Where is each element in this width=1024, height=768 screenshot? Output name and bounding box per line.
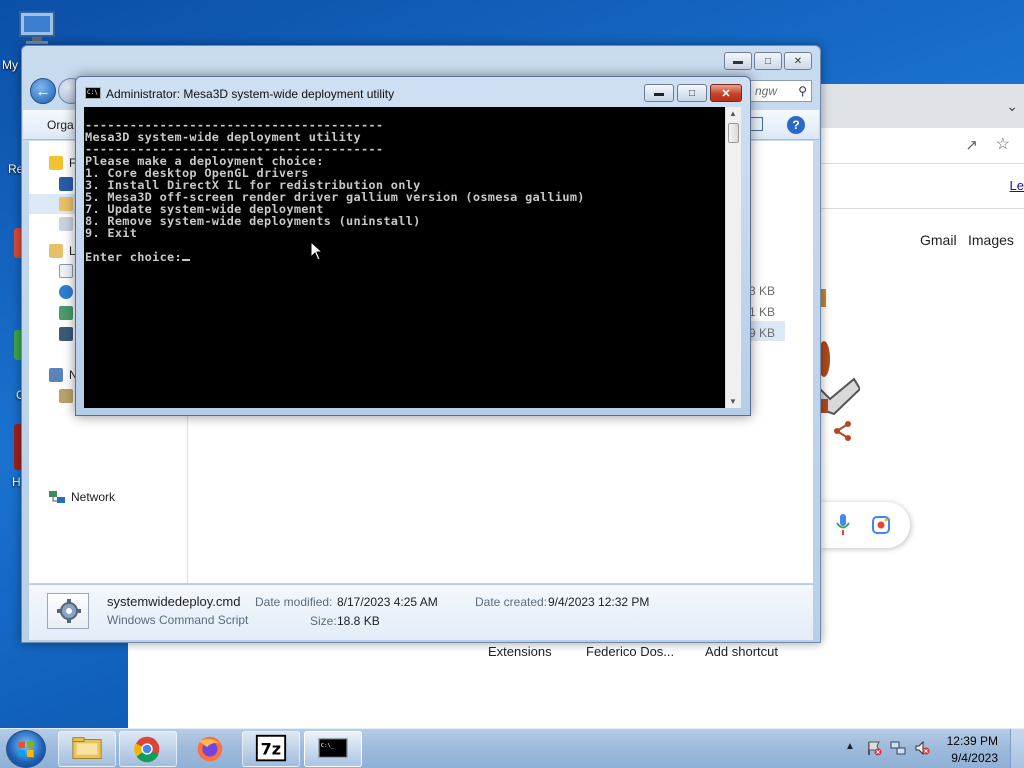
taskbar-explorer[interactable] [58,731,116,767]
chrome-link[interactable]: Le [1010,178,1024,193]
file-type: Windows Command Script [107,613,249,627]
taskbar-command-prompt[interactable]: C:\_ [304,731,362,767]
chrome-icon [134,736,160,763]
computer-icon [49,368,63,382]
help-icon[interactable]: ? [787,116,805,134]
console-window: C:\ Administrator: Mesa3D system-wide de… [75,76,751,416]
scroll-up-arrow-icon[interactable]: ▲ [729,109,737,118]
clock-date[interactable]: 9/4/2023 [951,751,998,765]
star-icon[interactable]: ☆ [996,134,1010,154]
divider [820,208,1024,209]
maximize-button[interactable]: □ [754,52,782,70]
action-center-flag-icon[interactable] [866,740,882,756]
folder-icon [59,197,73,211]
back-button[interactable]: ← [30,78,56,104]
drive-icon [59,389,73,403]
scroll-down-arrow-icon[interactable]: ▼ [729,397,737,406]
console-app-icon: C:\ [85,87,101,99]
microphone-icon[interactable] [836,514,850,536]
date-modified-label: Date modified: [255,595,333,609]
size-label: Size: [310,614,337,628]
explorer-caption-buttons: ▬ □ ✕ [724,52,812,70]
console-scrollbar[interactable]: ▲ ▼ [725,107,741,408]
organize-button[interactable]: Orga [47,118,74,132]
gear-icon [57,599,81,623]
start-button[interactable] [6,730,46,768]
minimize-button[interactable]: ▬ [724,52,752,70]
firefox-icon [197,736,223,762]
console-caption-buttons: ▬ □ ✕ [644,84,742,102]
file-size-cell: 9 KB [749,326,776,340]
size-value: 18.8 KB [337,614,380,628]
7zip-icon: 7z [255,734,287,762]
document-icon [59,264,73,278]
svg-text:7z: 7z [261,740,282,759]
close-button[interactable]: ✕ [784,52,812,70]
computer-icon [19,11,55,44]
shortcut-federico[interactable]: Federico Dos... [586,644,674,659]
gmail-link[interactable]: Gmail [920,232,957,248]
shortcut-add[interactable]: Add shortcut [705,644,778,659]
music-icon [59,285,73,299]
network-label: Network [71,490,116,504]
taskbar-firefox[interactable] [180,731,238,767]
pictures-icon [59,306,73,320]
maximize-button[interactable]: □ [677,84,707,102]
taskbar-chrome[interactable] [119,731,177,767]
shortcut-extensions[interactable]: Extensions [488,644,552,659]
desktop-icon [59,177,73,191]
show-desktop-button[interactable] [1010,729,1024,768]
date-modified-value: 8/17/2023 4:25 AM [337,595,438,609]
network-status-icon[interactable] [890,740,906,756]
file-size-cell: 1 KB [749,305,776,319]
script-file-icon [47,593,89,629]
chevron-down-icon[interactable]: ⌄ [1006,98,1018,115]
network-icon [49,491,65,503]
recent-places-icon [59,217,73,231]
svg-text:C:\_: C:\_ [321,743,335,749]
explorer-search-input[interactable]: ngw ⚲ [750,80,812,102]
camera-lens-icon[interactable] [872,516,890,534]
details-pane: systemwidedeploy.cmd Windows Command Scr… [29,584,813,640]
video-icon [59,327,73,341]
console-prompt: Enter choice: [85,250,182,264]
scrollbar-thumb[interactable] [728,123,739,143]
date-created-value: 9/4/2023 12:32 PM [548,595,650,609]
console-title: Administrator: Mesa3D system-wide deploy… [106,87,395,101]
clock-time[interactable]: 12:39 PM [947,734,998,748]
text-cursor [181,259,190,261]
taskbar: 7z C:\_ ▲ 12:39 PM 9/4/2023 [0,728,1024,768]
show-hidden-icons-arrow[interactable]: ▲ [845,741,855,752]
images-link[interactable]: Images [968,232,1014,248]
search-placeholder: ngw [755,84,778,98]
minimize-button[interactable]: ▬ [644,84,674,102]
google-search-box[interactable] [820,502,910,548]
volume-muted-icon[interactable] [914,740,930,756]
folder-icon [72,737,102,759]
file-size-cell: 3 KB [749,284,776,298]
library-icon [49,244,63,258]
taskbar-7zip[interactable]: 7z [242,731,300,767]
windows-logo-icon [18,740,34,758]
star-icon [49,156,63,170]
file-name: systemwidedeploy.cmd [107,594,241,609]
console-screen[interactable]: ----------------------------------------… [84,107,725,408]
console-line: 9. Exit [85,226,138,240]
search-icon: ⚲ [798,84,807,98]
mouse-pointer-icon [310,241,324,261]
share-icon[interactable] [832,420,854,442]
close-button[interactable]: ✕ [710,84,742,102]
back-arrow-icon: ← [35,82,51,100]
console-output: ----------------------------------------… [85,107,585,263]
command-prompt-icon: C:\_ [318,737,348,759]
date-created-label: Date created: [475,595,548,609]
share-icon[interactable]: ↗ [965,136,978,154]
